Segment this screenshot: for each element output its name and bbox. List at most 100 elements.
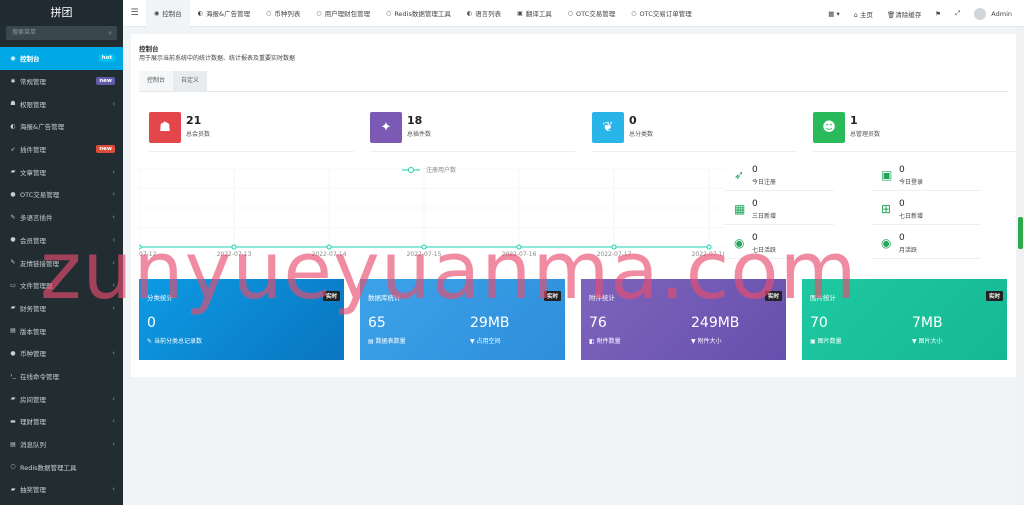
- sidebar-item-label: OTC交易管理: [20, 191, 60, 200]
- sidebar-search-input[interactable]: 搜索菜单 ⌕: [6, 26, 117, 40]
- cogs-icon: ✱: [10, 77, 16, 85]
- nav-tab[interactable]: ○ OTC交易订单管理: [623, 0, 700, 27]
- sidebar-item-label: 在线命令管理: [20, 372, 59, 381]
- sidebar-item[interactable]: ▰ 财务管理 ‹: [0, 297, 123, 320]
- realtime-badge: 实时: [543, 291, 561, 301]
- home-link[interactable]: ⌂ 主页: [847, 9, 880, 19]
- menu-toggle-icon[interactable]: ☰: [123, 8, 146, 18]
- app-logo[interactable]: 拼团: [0, 0, 123, 26]
- nav-tab[interactable]: ◉ 控制台: [146, 0, 190, 27]
- sidebar-item-label: 插件管理: [20, 146, 46, 155]
- id-card-icon: ▣: [881, 168, 893, 182]
- chevron-left-icon: ‹: [112, 394, 115, 403]
- sidebar-item[interactable]: ✱ 常规管理 new: [0, 70, 123, 93]
- sidebar-item-label: 抽奖管理: [20, 486, 46, 495]
- nav-tab[interactable]: ◐ 语言列表: [459, 0, 509, 27]
- list-icon: ▤: [10, 440, 16, 448]
- sidebar-item[interactable]: ◉ 控制台 hot: [0, 47, 123, 70]
- sidebar-item-label: 权限管理: [20, 100, 46, 109]
- money-icon: ▬: [10, 417, 16, 425]
- sidebar-item-label: 房间管理: [20, 395, 46, 404]
- x-tick-label: 2022-07-13: [217, 251, 252, 258]
- sidebar-item[interactable]: ▤ 版本管理: [0, 319, 123, 342]
- subtab-custom[interactable]: 自定义: [173, 71, 208, 91]
- nav-tab[interactable]: ○ OTC交易管理: [560, 0, 624, 27]
- nav-tab[interactable]: ◐ 海报&广告管理: [190, 0, 258, 27]
- sidebar-item-label: 财务管理: [20, 304, 46, 313]
- stat-value: 18: [407, 114, 423, 127]
- language-button[interactable]: ⚑: [928, 10, 948, 18]
- card-value: 249MB: [691, 315, 740, 331]
- sidebar-item[interactable]: ▰ 文章管理 ‹: [0, 160, 123, 183]
- sidebar-item[interactable]: ● 币种管理 ‹: [0, 342, 123, 365]
- sidebar-item[interactable]: ▭ 文件管理器 ‹: [0, 274, 123, 297]
- sidebar-item[interactable]: ▤ 消息队列 ‹: [0, 433, 123, 456]
- chevron-left-icon: ‹: [112, 258, 115, 267]
- nav-tab[interactable]: ○ 币种列表: [258, 0, 308, 27]
- stat-label: 总分类数: [629, 131, 654, 138]
- card-value: 29MB: [470, 315, 510, 331]
- mini-stat-label: 三日新增: [752, 213, 777, 220]
- sidebar-item[interactable]: ● 会员管理 ‹: [0, 229, 123, 252]
- card-item-label: 数据表数量: [375, 338, 406, 345]
- fullscreen-icon[interactable]: ⤢: [948, 9, 967, 18]
- tab-icon: ▣: [517, 9, 523, 17]
- scrollbar-thumb[interactable]: [1018, 217, 1023, 249]
- sidebar-item[interactable]: ▰ 抽奖管理 ‹: [0, 478, 123, 501]
- user-icon: ●: [10, 236, 16, 244]
- sidebar-item[interactable]: ▬ 理财管理 ‹: [0, 410, 123, 433]
- tab-icon: ◐: [466, 9, 473, 17]
- nav-tab[interactable]: ▣ 翻译工具: [509, 0, 560, 27]
- sidebar-item[interactable]: ● OTC交易管理 ‹: [0, 183, 123, 206]
- search-icon[interactable]: ⌕: [108, 26, 112, 40]
- chevron-left-icon: ‹: [112, 235, 115, 244]
- terminal-icon: ›_: [10, 372, 16, 380]
- sidebar-item[interactable]: ➶ 插件管理 new: [0, 138, 123, 161]
- sidebar-item[interactable]: ›_ 在线命令管理: [0, 365, 123, 388]
- data-point: [706, 244, 712, 250]
- sidebar-item-label: 友情链接管理: [20, 259, 59, 268]
- clear-cache-button[interactable]: 🗑清除缓存: [880, 9, 928, 19]
- top-navbar: ☰ ◉ 控制台 ◐ 海报&广告管理 ○ 币种列表 ○ 用户理财包管理 ○ Redis数据管理工具 ◐…: [123, 0, 1024, 27]
- stat-value: 1: [850, 114, 858, 127]
- sidebar-item[interactable]: ☗ 权限管理 ‹: [0, 92, 123, 115]
- sidebar-item[interactable]: ▰ 房间管理 ‹: [0, 387, 123, 410]
- x-tick-label: 2022-07-14: [312, 251, 347, 258]
- stat-icon: ❦: [592, 112, 624, 143]
- sidebar-item-label: 币种管理: [20, 350, 46, 359]
- file-icon: ▭: [10, 281, 16, 289]
- sidebar-item[interactable]: ✎ 多语言插件 ‹: [0, 206, 123, 229]
- sidebar-item-label: 会员管理: [20, 236, 46, 245]
- mini-stat-label: 月活跃: [899, 247, 918, 254]
- image-icon: ◐: [10, 122, 16, 130]
- data-point: [516, 244, 522, 250]
- card-label: ▣ 图片数量: [810, 336, 842, 345]
- stat-value: 21: [186, 114, 202, 127]
- card-value: 65: [368, 315, 386, 331]
- sidebar-badge: new: [96, 77, 115, 86]
- sidebar-item[interactable]: ✎ 友情链接管理 ‹: [0, 251, 123, 274]
- mini-stat: ➶ 0 今日注册: [724, 161, 834, 191]
- user-menu[interactable]: Admin: [967, 7, 1024, 20]
- grid-menu-button[interactable]: ▦ ▾: [821, 10, 846, 18]
- card-item-label: 附件大小: [697, 338, 722, 345]
- mini-stat: ⊞ 0 七日新增: [871, 195, 981, 225]
- x-tick-label: 2022-07-17: [597, 251, 632, 258]
- card-label: ▼ 占用空间: [470, 336, 501, 345]
- sidebar-item[interactable]: ◐ 海报&广告管理: [0, 115, 123, 138]
- nav-tab[interactable]: ○ 用户理财包管理: [308, 0, 378, 27]
- main-panel: 控制台 用于展示当前系统中的统计数据、统计报表及重要实时数据 控制台 自定义 ☗…: [122, 34, 1018, 377]
- sidebar: 拼团 搜索菜单 ⌕ ◉ 控制台 hot ✱ 常规管理 new ☗ 权限管理 ‹ ◐ 海报&广告管理 ➶…: [0, 0, 123, 505]
- mini-stat-value: 0: [752, 199, 758, 209]
- home-label: 主页: [859, 10, 873, 19]
- nav-tab[interactable]: ○ Redis数据管理工具: [378, 0, 459, 27]
- stat-box: ✦ 18 总插件数: [370, 112, 575, 152]
- sidebar-item[interactable]: ○ Redis数据管理工具: [0, 455, 123, 478]
- realtime-badge: 实时: [322, 291, 340, 301]
- page-subtitle: 用于展示当前系统中的统计数据、统计报表及重要实时数据: [139, 55, 296, 62]
- sidebar-item-label: 理财管理: [20, 418, 46, 427]
- user-circle-icon: ◉: [881, 236, 892, 250]
- tab-icon: ○: [386, 9, 392, 17]
- page-scrollbar[interactable]: [1017, 27, 1024, 505]
- subtab-dashboard[interactable]: 控制台: [139, 71, 174, 91]
